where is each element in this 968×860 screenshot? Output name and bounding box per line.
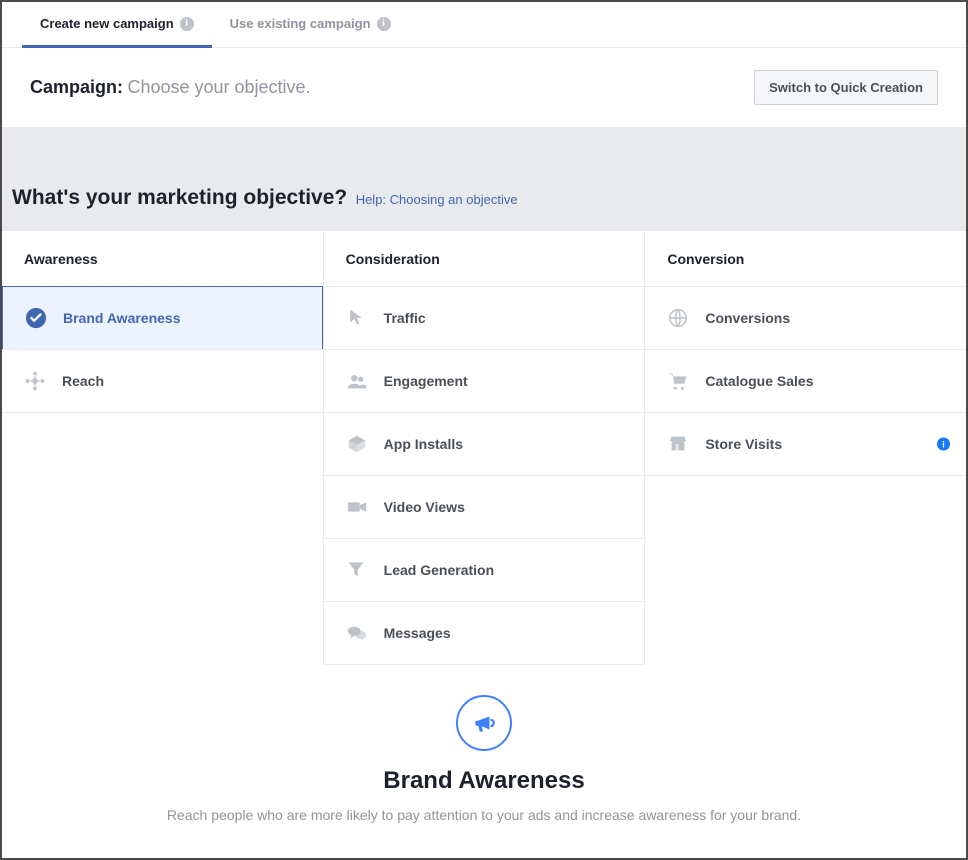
megaphone-icon	[456, 695, 512, 751]
tab-create-new-campaign[interactable]: Create new campaign i	[22, 2, 212, 48]
video-icon	[346, 496, 368, 518]
switch-quick-creation-button[interactable]: Switch to Quick Creation	[754, 70, 938, 105]
reach-icon	[24, 370, 46, 392]
store-icon	[667, 433, 689, 455]
column-title: Conversion	[645, 231, 966, 287]
objective-traffic[interactable]: Traffic	[324, 286, 645, 350]
objective-label: Traffic	[384, 310, 426, 326]
campaign-sub: Choose your objective.	[127, 77, 310, 97]
info-icon[interactable]: i	[377, 17, 391, 31]
objective-reach[interactable]: Reach	[2, 349, 323, 413]
people-icon	[346, 370, 368, 392]
column-conversion: Conversion Conversions Catalogue Sales S…	[644, 231, 966, 665]
objective-label: Messages	[384, 625, 451, 641]
campaign-tabs: Create new campaign i Use existing campa…	[2, 2, 966, 48]
objective-label: Store Visits	[705, 436, 782, 452]
box-icon	[346, 433, 368, 455]
objective-catalogue-sales[interactable]: Catalogue Sales	[645, 349, 966, 413]
globe-icon	[667, 307, 689, 329]
tab-label: Create new campaign	[40, 16, 174, 31]
column-awareness: Awareness Brand Awareness Reach	[2, 231, 323, 665]
funnel-icon	[346, 559, 368, 581]
column-title: Consideration	[324, 231, 645, 287]
campaign-label: Campaign:	[30, 77, 123, 97]
objective-columns: Awareness Brand Awareness Reach Consider…	[2, 230, 966, 665]
objective-label: App Installs	[384, 436, 463, 452]
column-consideration: Consideration Traffic Engagement App Ins…	[323, 231, 645, 665]
objective-label: Conversions	[705, 310, 790, 326]
objective-label: Catalogue Sales	[705, 373, 813, 389]
objective-heading: What's your marketing objective?	[12, 186, 347, 209]
info-icon[interactable]: i	[180, 17, 194, 31]
info-icon[interactable]: i	[937, 438, 950, 451]
objective-brand-awareness[interactable]: Brand Awareness	[2, 286, 323, 350]
cart-icon	[667, 370, 689, 392]
objective-video-views[interactable]: Video Views	[324, 475, 645, 539]
objective-messages[interactable]: Messages	[324, 601, 645, 665]
objective-conversions[interactable]: Conversions	[645, 286, 966, 350]
objective-help-link[interactable]: Help: Choosing an objective	[356, 192, 518, 207]
detail-description: Reach people who are more likely to pay …	[122, 805, 846, 825]
objective-engagement[interactable]: Engagement	[324, 349, 645, 413]
tab-label: Use existing campaign	[230, 16, 371, 31]
cursor-icon	[346, 307, 368, 329]
objective-lead-generation[interactable]: Lead Generation	[324, 538, 645, 602]
check-circle-icon	[25, 307, 47, 329]
objective-store-visits[interactable]: Store Visits i	[645, 412, 966, 476]
objective-detail: Brand Awareness Reach people who are mor…	[2, 665, 966, 845]
campaign-header: Campaign: Choose your objective. Switch …	[2, 48, 966, 128]
objective-app-installs[interactable]: App Installs	[324, 412, 645, 476]
objective-label: Lead Generation	[384, 562, 494, 578]
objective-label: Reach	[62, 373, 104, 389]
messages-icon	[346, 622, 368, 644]
detail-title: Brand Awareness	[122, 767, 846, 795]
column-title: Awareness	[2, 231, 323, 287]
objective-label: Video Views	[384, 499, 465, 515]
objective-band: What's your marketing objective? Help: C…	[2, 128, 966, 230]
tab-use-existing-campaign[interactable]: Use existing campaign i	[212, 2, 409, 48]
objective-label: Engagement	[384, 373, 468, 389]
objective-label: Brand Awareness	[63, 310, 181, 326]
